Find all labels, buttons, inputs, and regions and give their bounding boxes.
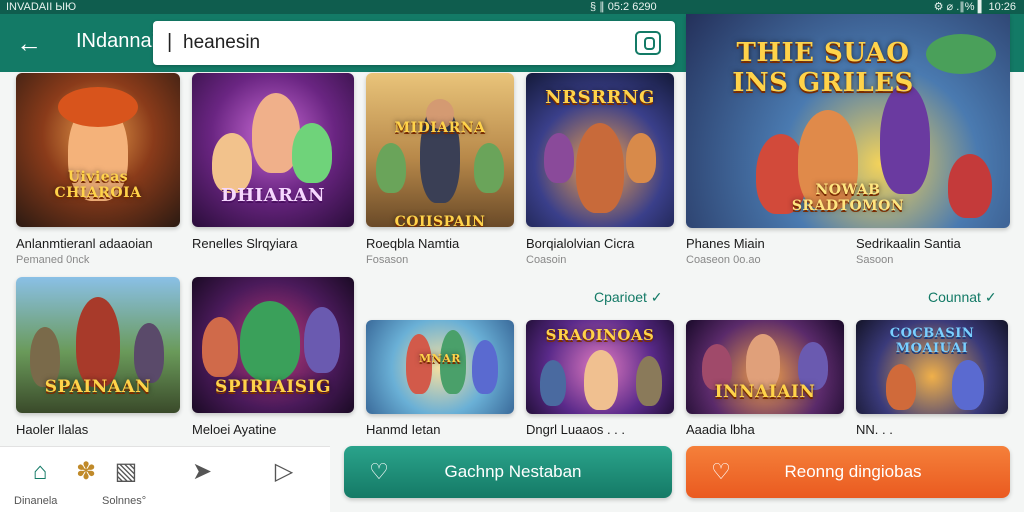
game-title[interactable]: Anlanmtieranl adaaoian — [16, 236, 153, 251]
primary-action-button[interactable]: ♡ Gachnp Nestaban — [344, 446, 672, 498]
status-right: ⚙ ⌀ .∥% ▌ 10:26 — [933, 1, 1016, 13]
game-tile-8[interactable]: SRAOINOAS — [526, 320, 674, 414]
nav-label: Solnnes° — [102, 495, 147, 507]
game-tile-6[interactable]: SPIRIAISIG — [192, 277, 354, 413]
game-tile-4[interactable]: NRSRRNG — [526, 73, 674, 227]
featured-subtitle: Coaseon 0o.ao — [686, 254, 761, 266]
primary-action-label: Gachnp Nestaban — [444, 462, 582, 481]
camera-search-icon[interactable] — [635, 31, 661, 55]
nav-label: Dinanela — [14, 495, 58, 507]
secondary-action-label: Reonng dingiobas — [784, 462, 922, 481]
featured-title[interactable]: Phanes Miain — [686, 236, 765, 251]
game-title[interactable]: Aaadia lbha — [686, 422, 755, 437]
game-tile-7[interactable]: MNAR AUCIUN — [366, 320, 514, 414]
game-tile-9[interactable]: INNAIAIN — [686, 320, 844, 414]
featured-game-banner[interactable]: THIE SUAO INS GRILES NOWAB SRADTOMON — [686, 14, 1010, 228]
game-subtitle: Sasoon — [856, 254, 894, 266]
game-title[interactable]: Roeqbla Namtia — [366, 236, 459, 251]
game-tile-5[interactable]: SPAINAAN — [16, 277, 180, 413]
game-title[interactable]: Sedrikaalin Santia — [856, 236, 961, 251]
search-box[interactable]: | — [153, 21, 675, 65]
game-title[interactable]: Hanmd Ietan — [366, 422, 440, 437]
game-tile-3[interactable]: MIDIARNA COIISPAIN — [366, 73, 514, 227]
game-tile-10[interactable]: COCBASIN MOAIUAI — [856, 320, 1008, 414]
featured-logo: THIE SUAO INS GRILES — [732, 38, 914, 98]
game-title[interactable]: Renelles Slrqyiara — [192, 236, 298, 251]
secondary-action-button[interactable]: ♡ Reonng dingiobas — [686, 446, 1010, 498]
game-logo: COCBASIN MOAIUAI — [889, 326, 975, 356]
share-icon[interactable]: ➤ — [182, 457, 222, 487]
category-tag[interactable]: Counnat ✓ — [928, 289, 997, 306]
bottom-navigation: ⌂ Dinanela ✽ Solnnes° ▧ ➤ ▷ — [0, 446, 330, 512]
mascot-icon[interactable]: ✽ — [66, 457, 106, 487]
game-logo: MNAR AUCIUN — [419, 352, 461, 365]
search-input[interactable] — [183, 29, 613, 57]
game-logo: MIDIARNA COIISPAIN — [394, 120, 486, 227]
game-subtitle: Fosason — [366, 254, 409, 266]
text-cursor-icon: | — [167, 31, 173, 53]
game-tile-2[interactable]: DHIARAN — [192, 73, 354, 227]
game-title[interactable]: NN. . . — [856, 422, 893, 437]
heart-icon: ♡ — [711, 459, 731, 484]
game-logo: DHIARAN — [221, 185, 325, 206]
game-subtitle: Pemaned 0nck — [16, 254, 90, 266]
category-tag[interactable]: Cparioet ✓ — [594, 289, 663, 306]
status-left: INVADAII ЫЮ — [6, 1, 77, 13]
game-logo: Uivieas CHIAROIA — [54, 169, 142, 201]
game-logo: NRSRRNG — [545, 87, 655, 108]
cards-icon[interactable]: ▧ — [106, 457, 146, 487]
status-middle: § ∥ 05:2 6290 — [590, 1, 657, 13]
heart-icon: ♡ — [369, 459, 389, 484]
play-icon[interactable]: ▷ — [264, 457, 304, 487]
game-title[interactable]: Meloei Ayatine — [192, 422, 276, 437]
app-title: INdannai — [76, 30, 157, 52]
game-title[interactable]: Haoler Ilalas — [16, 422, 88, 437]
game-title[interactable]: Dngrl Luaaos . . . — [526, 422, 625, 437]
home-icon[interactable]: ⌂ — [20, 457, 60, 487]
game-title[interactable]: Borqialolvian Cicra — [526, 236, 634, 251]
game-tile-1[interactable]: Uivieas CHIAROIA — [16, 73, 180, 227]
game-logo: SRAOINOAS — [545, 326, 655, 344]
game-subtitle: Coasoin — [526, 254, 567, 266]
game-logo: INNAIAIN — [714, 382, 816, 402]
game-logo: SPIRIAISIG — [215, 377, 331, 397]
back-arrow-icon[interactable]: ← — [14, 28, 44, 58]
featured-sub-logo: NOWAB SRADTOMON — [791, 182, 905, 214]
status-bar: INVADAII ЫЮ § ∥ 05:2 6290 ⚙ ⌀ .∥% ▌ 10:2… — [0, 0, 1024, 14]
game-logo: SPAINAAN — [44, 377, 152, 397]
